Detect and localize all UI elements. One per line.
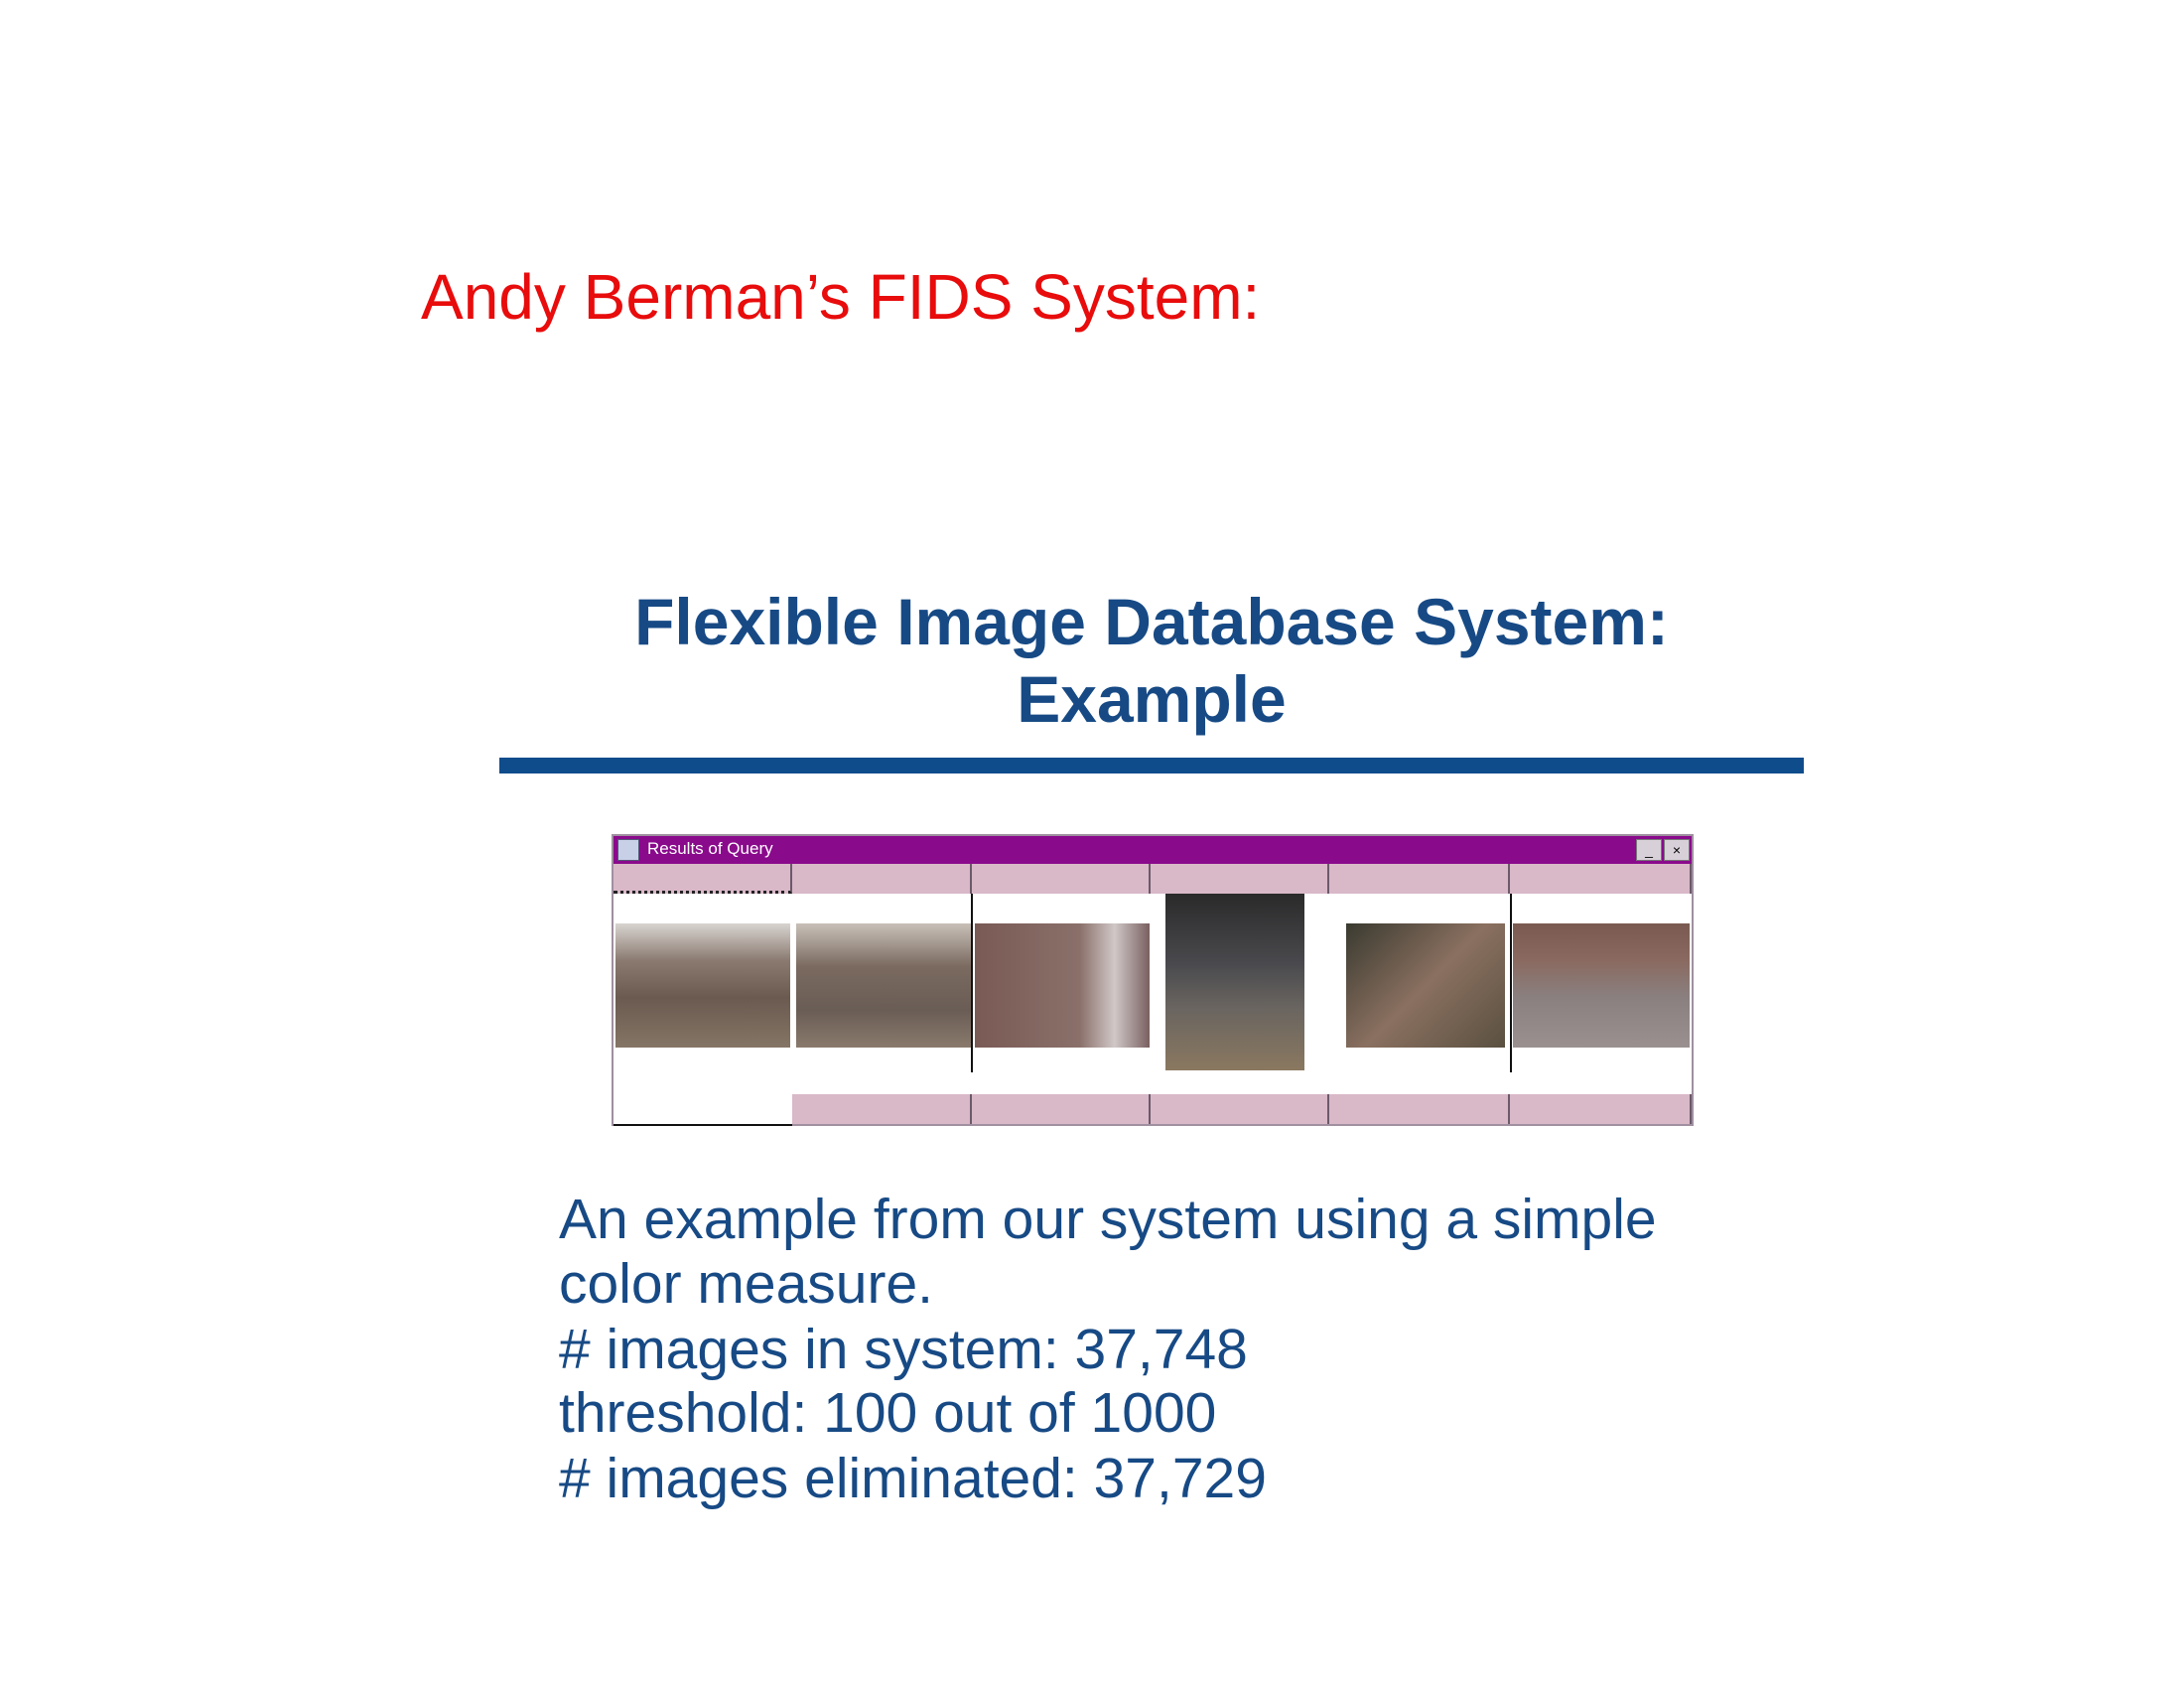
body-line-5: # images eliminated: 37,729: [559, 1447, 1267, 1510]
status-cell: [614, 1094, 792, 1126]
tab-1[interactable]: [614, 864, 792, 894]
heading-line-2: Example: [1017, 662, 1287, 736]
bottom-cell: [1510, 1094, 1692, 1124]
close-button[interactable]: ×: [1664, 839, 1690, 861]
score-row: [614, 1072, 1692, 1094]
bottom-cell: [792, 1094, 972, 1124]
results-window: Results of Query _ ×: [612, 834, 1694, 1126]
bottom-cell: [1329, 1094, 1510, 1124]
result-image-3[interactable]: [975, 923, 1150, 1048]
slide-title: Andy Berman’s FIDS System:: [421, 261, 1261, 333]
result-image-5[interactable]: [1346, 923, 1505, 1048]
column-divider: [1510, 894, 1512, 1072]
result-image-2[interactable]: [796, 923, 971, 1048]
result-image-4[interactable]: [1165, 894, 1304, 1070]
window-title: Results of Query: [647, 839, 773, 858]
body-line-3: # images in system: 37,748: [559, 1318, 1248, 1381]
tab-4[interactable]: [1151, 864, 1329, 894]
column-divider: [971, 894, 973, 1072]
tab-2[interactable]: [792, 864, 972, 894]
minimize-button[interactable]: _: [1636, 839, 1662, 861]
bottom-cell: [1151, 1094, 1329, 1124]
body-line-2: color measure.: [559, 1252, 933, 1316]
divider-bar: [499, 758, 1804, 774]
body-line-4: threshold: 100 out of 1000: [559, 1381, 1217, 1445]
body-line-1: An example from our system using a simpl…: [559, 1188, 1657, 1251]
result-image-1[interactable]: [615, 923, 790, 1048]
window-titlebar[interactable]: Results of Query _ ×: [614, 836, 1692, 864]
heading-line-1: Flexible Image Database System:: [634, 585, 1669, 658]
result-images: [614, 894, 1692, 1072]
app-icon: [617, 839, 639, 861]
tab-5[interactable]: [1329, 864, 1510, 894]
result-image-6[interactable]: [1513, 923, 1690, 1048]
bottom-cell: [972, 1094, 1151, 1124]
tab-6[interactable]: [1510, 864, 1692, 894]
tab-3[interactable]: [972, 864, 1151, 894]
